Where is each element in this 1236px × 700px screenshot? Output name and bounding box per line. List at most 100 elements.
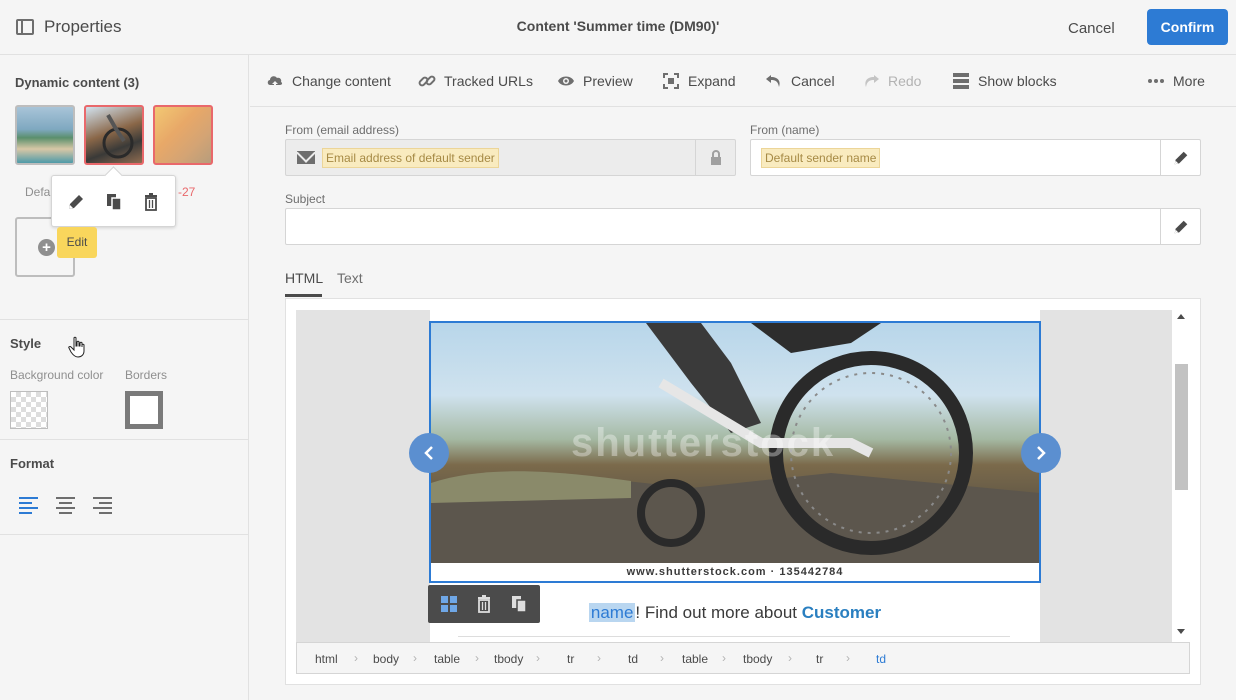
breadcrumb-separator-icon: › xyxy=(413,651,417,665)
edit-subject-button[interactable] xyxy=(1160,209,1200,244)
previous-arrow-button[interactable] xyxy=(409,433,449,473)
scroll-down-arrow-icon[interactable] xyxy=(1177,629,1185,634)
duplicate-icon[interactable] xyxy=(104,192,124,212)
trash-icon[interactable] xyxy=(141,192,161,212)
borders-swatch[interactable] xyxy=(125,391,163,429)
sidebar-panel-icon[interactable] xyxy=(16,19,34,35)
breadcrumb-separator-icon: › xyxy=(722,651,726,665)
email-divider xyxy=(458,636,1010,637)
redo-button[interactable]: Redo xyxy=(862,72,921,90)
from-name-placeholder: Default sender name xyxy=(761,148,881,168)
hand-cursor-icon xyxy=(68,336,85,358)
expand-button[interactable]: Expand xyxy=(662,72,735,90)
personalization-field-name[interactable]: name xyxy=(588,603,636,622)
breadcrumb-separator-icon: › xyxy=(846,651,850,665)
personalization-field-customer[interactable]: Customer xyxy=(802,603,881,622)
page-title: Content 'Summer time (DM90)' xyxy=(516,18,720,34)
top-bar: Properties Content 'Summer time (DM90)' … xyxy=(0,0,1236,55)
bike-thumbnail[interactable] xyxy=(84,105,144,165)
change-content-button[interactable]: Change content xyxy=(266,72,391,90)
eye-icon xyxy=(557,72,575,90)
tab-html[interactable]: HTML xyxy=(285,270,323,286)
thumbnail-label-default: Defa xyxy=(25,185,51,199)
preview-button[interactable]: Preview xyxy=(557,72,633,90)
tab-text[interactable]: Text xyxy=(337,270,363,286)
expand-icon xyxy=(662,72,680,90)
breadcrumb-item-td[interactable]: td xyxy=(628,652,638,666)
divider xyxy=(0,534,249,535)
preview-label: Preview xyxy=(583,73,633,89)
hero-image-block[interactable]: shutterstock www.shutterstock.com · 1354… xyxy=(429,321,1041,583)
breadcrumb-separator-icon: › xyxy=(788,651,792,665)
more-icon xyxy=(1147,72,1165,90)
trash-icon[interactable] xyxy=(474,594,494,614)
editor-toolbar: Change content Tracked URLs Preview Expa… xyxy=(250,55,1236,107)
edit-from-name-button[interactable] xyxy=(1160,140,1200,175)
from-name-label: From (name) xyxy=(750,123,820,137)
layout-grid-icon[interactable] xyxy=(439,594,459,614)
thumbnail-actions-popup xyxy=(51,175,176,227)
subject-field[interactable] xyxy=(285,208,1201,245)
breadcrumb-separator-icon: › xyxy=(354,651,358,665)
undo-icon xyxy=(765,72,783,90)
chevron-right-icon xyxy=(1037,446,1046,460)
sunset-beach-thumbnail[interactable] xyxy=(153,105,213,165)
breadcrumb-item-tbody[interactable]: tbody xyxy=(494,652,523,666)
beach-thumbnail[interactable] xyxy=(15,105,75,165)
cloud-upload-icon xyxy=(266,72,284,90)
dom-breadcrumb: html › body › table › tbody › tr › td › … xyxy=(296,642,1190,674)
breadcrumb-item-html[interactable]: html xyxy=(315,652,338,666)
background-color-swatch[interactable] xyxy=(10,391,48,429)
breadcrumb-separator-icon: › xyxy=(536,651,540,665)
breadcrumb-item-tbody[interactable]: tbody xyxy=(743,652,772,666)
align-right-icon[interactable] xyxy=(93,496,113,514)
breadcrumb-item-body[interactable]: body xyxy=(373,652,399,666)
breadcrumb-item-td-active[interactable]: td xyxy=(876,652,886,666)
breadcrumb-item-tr[interactable]: tr xyxy=(816,652,823,666)
lock-icon xyxy=(710,149,721,165)
next-arrow-button[interactable] xyxy=(1021,433,1061,473)
change-content-label: Change content xyxy=(292,73,391,89)
style-section-title: Style xyxy=(10,336,42,351)
breadcrumb-item-tr[interactable]: tr xyxy=(567,652,574,666)
undo-label: Cancel xyxy=(791,73,835,89)
dynamic-content-title: Dynamic content (3) xyxy=(15,75,140,90)
more-button[interactable]: More xyxy=(1147,72,1205,90)
undo-button[interactable]: Cancel xyxy=(765,72,835,90)
block-actions-toolbar xyxy=(428,585,540,623)
lock-button xyxy=(695,140,735,175)
plus-circle-icon: + xyxy=(38,239,55,256)
edit-pencil-icon[interactable] xyxy=(66,192,86,212)
tracked-urls-label: Tracked URLs xyxy=(444,73,533,89)
link-icon xyxy=(418,72,436,90)
tracked-urls-button[interactable]: Tracked URLs xyxy=(418,72,533,90)
confirm-button[interactable]: Confirm xyxy=(1147,9,1228,45)
breadcrumb-item-table[interactable]: table xyxy=(682,652,708,666)
breadcrumb-separator-icon: › xyxy=(475,651,479,665)
envelope-icon xyxy=(297,151,315,164)
active-tab-indicator xyxy=(285,294,322,297)
cancel-button[interactable]: Cancel xyxy=(1068,20,1115,37)
thumbnail-label-date: -27 xyxy=(178,185,196,199)
show-blocks-button[interactable]: Show blocks xyxy=(952,72,1057,90)
align-center-icon[interactable] xyxy=(56,496,76,514)
text-middle: ! Find out more about xyxy=(635,603,802,622)
scrollbar-thumb[interactable] xyxy=(1175,364,1188,490)
properties-panel: Dynamic content (3) Defa -27 + Edit Styl… xyxy=(0,55,249,700)
duplicate-icon[interactable] xyxy=(509,594,529,614)
breadcrumb-separator-icon: › xyxy=(660,651,664,665)
from-email-field[interactable]: Email address of default sender xyxy=(285,139,736,176)
more-label: More xyxy=(1173,73,1205,89)
pencil-icon xyxy=(1174,151,1187,164)
blocks-icon xyxy=(952,72,970,90)
breadcrumb-item-table[interactable]: table xyxy=(434,652,460,666)
redo-label: Redo xyxy=(888,73,922,89)
breadcrumb-separator-icon: › xyxy=(597,651,601,665)
format-section-title: Format xyxy=(10,456,55,471)
align-left-icon[interactable] xyxy=(19,496,39,514)
from-email-placeholder: Email address of default sender xyxy=(322,148,499,168)
from-name-field[interactable]: Default sender name xyxy=(750,139,1201,176)
divider xyxy=(0,439,249,440)
scroll-up-arrow-icon[interactable] xyxy=(1177,314,1185,319)
hero-caption: www.shutterstock.com · 135442784 xyxy=(431,563,1039,581)
